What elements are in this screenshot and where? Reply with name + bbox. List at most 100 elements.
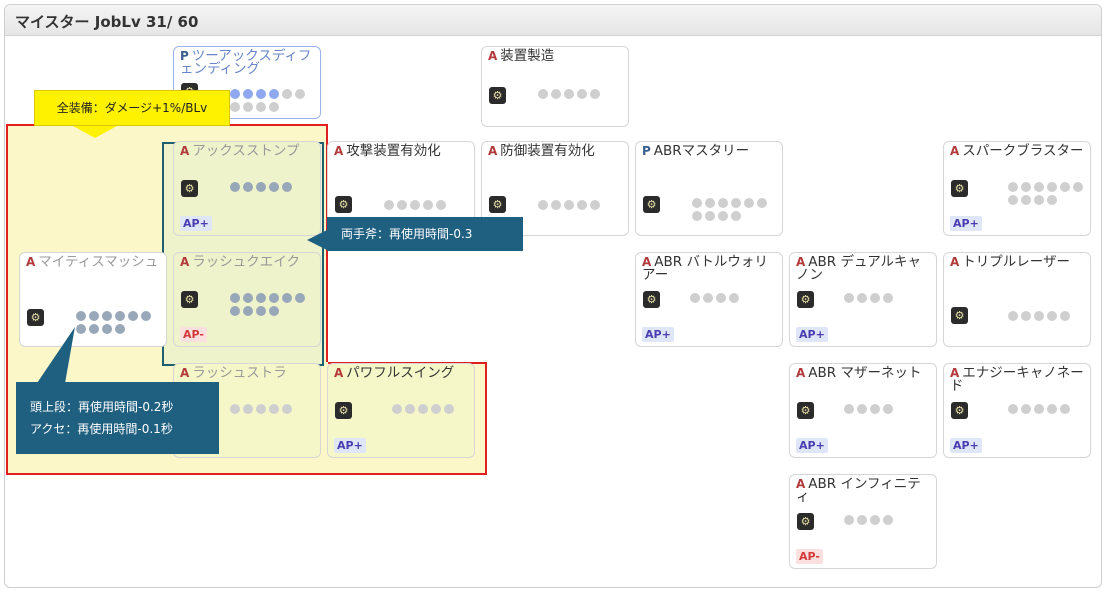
- skill-title: A マイティスマッシュ: [26, 254, 162, 270]
- skill-type-badge: A: [488, 49, 498, 63]
- level-dot: [230, 306, 240, 316]
- level-dot: [577, 200, 587, 210]
- level-dot: [744, 198, 754, 208]
- skill-title: A ABR デュアルキャノン: [796, 254, 932, 283]
- skill-card[interactable]: A トリプルレーザー ⚙: [943, 252, 1091, 347]
- skill-name: ABR デュアルキャノン: [796, 254, 922, 283]
- level-dot: [538, 200, 548, 210]
- level-dot: [141, 311, 151, 321]
- skill-icon: ⚙: [951, 180, 968, 197]
- skill-card[interactable]: A ABR デュアルキャノン ⚙ AP+: [789, 252, 937, 347]
- skill-card[interactable]: P ABRマスタリー ⚙: [635, 141, 783, 236]
- level-dot: [230, 293, 240, 303]
- skill-title: A スパークブラスター: [950, 144, 1086, 158]
- level-dot: [444, 404, 454, 414]
- skill-card[interactable]: A ABR インフィニティ ⚙ AP-: [789, 474, 937, 569]
- skill-name: ABR マザーネット: [808, 365, 922, 381]
- level-dot: [883, 515, 893, 525]
- ap-badge: AP+: [796, 327, 828, 342]
- skill-icon: ⚙: [489, 196, 506, 213]
- level-dot: [410, 200, 420, 210]
- level-dot: [269, 293, 279, 303]
- level-dot: [115, 311, 125, 321]
- level-dot: [256, 182, 266, 192]
- skill-card[interactable]: A パワフルスイング ⚙ AP+: [327, 363, 475, 458]
- level-dot: [705, 211, 715, 221]
- level-dot: [282, 182, 292, 192]
- level-dot: [870, 515, 880, 525]
- skill-level-dots: [1008, 404, 1084, 414]
- level-dot: [256, 293, 266, 303]
- level-dot: [230, 102, 240, 112]
- skill-card[interactable]: A 装置製造 ⚙: [481, 46, 629, 127]
- skill-title: A 防御装置有効化: [488, 144, 624, 158]
- skill-name: ABR バトルウォリアー: [642, 254, 768, 283]
- ap-badge: AP+: [950, 438, 982, 453]
- level-dot: [243, 404, 253, 414]
- skill-card[interactable]: A アックスストンプ ⚙ AP+: [173, 141, 321, 236]
- level-dot: [243, 89, 253, 99]
- skill-name: エナジーキャノネード: [950, 365, 1084, 394]
- skill-level-dots: [230, 293, 306, 316]
- level-dot: [870, 404, 880, 414]
- level-dot: [431, 404, 441, 414]
- level-dot: [256, 102, 266, 112]
- level-dot: [705, 198, 715, 208]
- level-dot: [230, 182, 240, 192]
- level-dot: [384, 200, 394, 210]
- skill-level-dots: [538, 200, 614, 210]
- skill-name: マイティスマッシュ: [38, 254, 159, 270]
- level-dot: [551, 200, 561, 210]
- skill-name: ABR インフィニティ: [796, 476, 921, 505]
- skill-type-badge: A: [180, 366, 190, 380]
- skill-card[interactable]: A スパークブラスター ⚙ AP+: [943, 141, 1091, 236]
- skill-type-badge: A: [180, 144, 190, 158]
- skill-type-badge: A: [796, 366, 806, 380]
- skill-level-dots: [76, 311, 152, 334]
- level-dot: [844, 404, 854, 414]
- level-dot: [844, 515, 854, 525]
- skill-card[interactable]: A ラッシュクエイク ⚙ AP-: [173, 252, 321, 347]
- skill-level-dots: [538, 89, 614, 99]
- skill-card[interactable]: A エナジーキャノネード ⚙ AP+: [943, 363, 1091, 458]
- skill-title: P ABRマスタリー: [642, 144, 778, 158]
- ap-badge: AP-: [180, 327, 207, 342]
- skill-type-badge: P: [642, 144, 651, 158]
- level-dot: [1073, 182, 1083, 192]
- level-dot: [1034, 404, 1044, 414]
- level-dot: [243, 293, 253, 303]
- skill-level-dots: [844, 404, 904, 414]
- skill-type-badge: A: [950, 255, 960, 269]
- level-dot: [1021, 182, 1031, 192]
- level-dot: [418, 404, 428, 414]
- skill-icon: ⚙: [27, 309, 44, 326]
- skill-tree-panel: マイスター JobLv 31/ 60 Pツーアックスディフェンディング⚙A装置製…: [4, 4, 1102, 588]
- level-dot: [718, 211, 728, 221]
- level-dot: [857, 293, 867, 303]
- skill-title: A 攻撃装置有効化: [334, 144, 470, 158]
- level-dot: [577, 89, 587, 99]
- level-dot: [269, 102, 279, 112]
- level-dot: [564, 89, 574, 99]
- level-dot: [857, 404, 867, 414]
- level-dot: [857, 515, 867, 525]
- tooltip-accessory-text: アクセ：再使用時間-0.1秒: [30, 422, 173, 436]
- tooltip-two-hand-axe-pointer: [307, 230, 327, 250]
- skill-card[interactable]: A ABR マザーネット ⚙ AP+: [789, 363, 937, 458]
- level-dot: [295, 293, 305, 303]
- level-dot: [731, 211, 741, 221]
- ap-badge: AP+: [180, 216, 212, 231]
- skill-card[interactable]: A ABR バトルウォリアー ⚙ AP+: [635, 252, 783, 347]
- skill-card[interactable]: A マイティスマッシュ ⚙: [19, 252, 167, 347]
- skill-icon: ⚙: [643, 196, 660, 213]
- skill-icon: ⚙: [951, 307, 968, 324]
- skill-level-dots: [1008, 311, 1084, 321]
- level-dot: [405, 404, 415, 414]
- level-dot: [883, 404, 893, 414]
- skill-level-dots: [690, 293, 750, 303]
- ap-badge: AP-: [796, 549, 823, 564]
- ap-badge: AP+: [334, 438, 366, 453]
- level-dot: [1034, 195, 1044, 205]
- level-dot: [844, 293, 854, 303]
- skill-name: トリプルレーザー: [962, 254, 1071, 270]
